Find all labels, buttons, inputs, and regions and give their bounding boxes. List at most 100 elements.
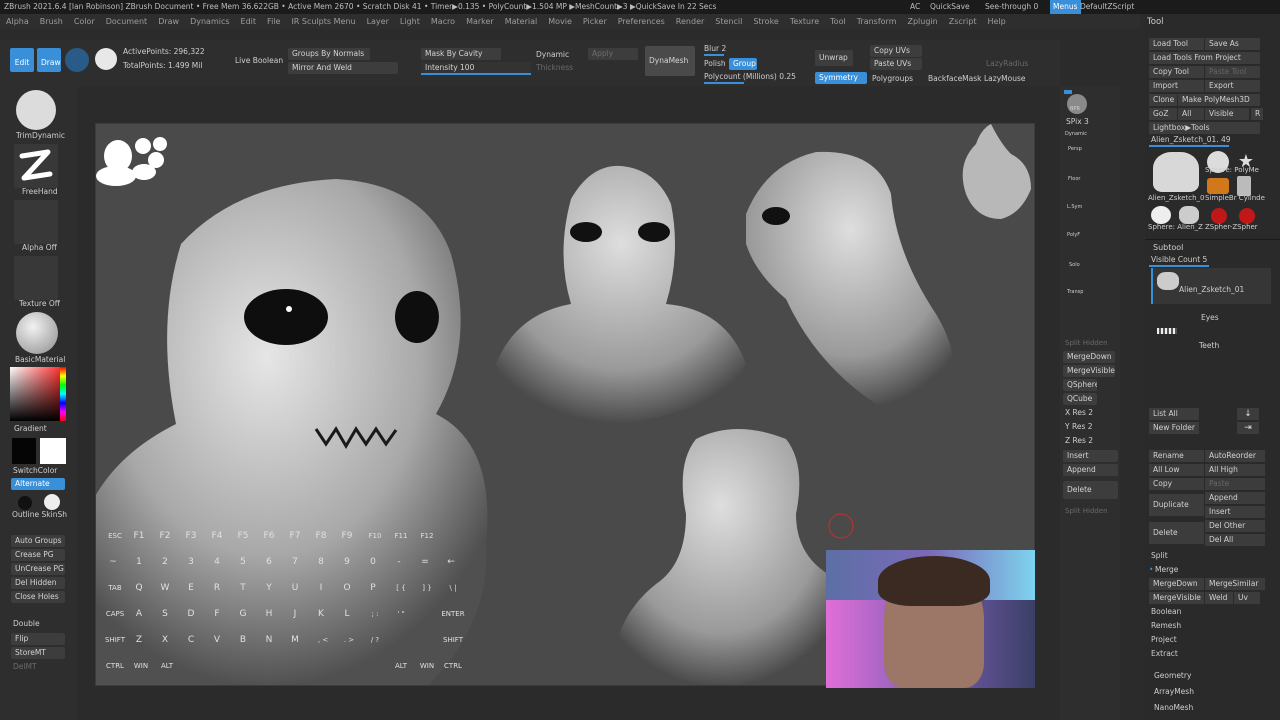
live-boolean-button[interactable]: Live Boolean xyxy=(235,56,283,65)
menu-stroke[interactable]: Stroke xyxy=(753,14,779,29)
double-button[interactable]: Double xyxy=(13,619,40,628)
key-6[interactable]: 6 xyxy=(258,555,280,569)
key-8[interactable]: 8 xyxy=(310,555,332,569)
menu-texture[interactable]: Texture xyxy=(790,14,819,29)
xres-slider[interactable]: X Res 2 xyxy=(1065,408,1093,417)
append-button[interactable]: Append xyxy=(1063,464,1118,476)
goz-visible-button[interactable]: Visible xyxy=(1205,108,1249,120)
key-7[interactable]: 7 xyxy=(284,555,306,569)
key-f7[interactable]: F7 xyxy=(284,529,306,543)
polycount-slider[interactable]: Polycount (Millions) 0.25 xyxy=(704,72,796,81)
copy-subtool-button[interactable]: Copy xyxy=(1149,478,1204,490)
key-[interactable]: ' " xyxy=(388,607,414,621)
split-hidden-button-2[interactable]: Split Hidden xyxy=(1065,507,1108,515)
rename-button[interactable]: Rename xyxy=(1149,450,1204,462)
dynamesh-button[interactable]: DynaMesh xyxy=(645,46,695,76)
thickness-slider[interactable]: Thickness xyxy=(536,63,573,72)
merge-visible-subtool-button[interactable]: MergeVisible xyxy=(1149,592,1204,604)
paste-tool-button[interactable]: Paste Tool xyxy=(1205,66,1260,78)
insert-button[interactable]: Insert xyxy=(1063,450,1118,462)
key-[interactable]: / ? xyxy=(362,633,388,647)
mask-by-cavity-button[interactable]: Mask By Cavity xyxy=(421,48,501,60)
key-shift[interactable]: SHIFT xyxy=(102,633,128,647)
key-alt[interactable]: ALT xyxy=(388,659,414,673)
key-f8[interactable]: F8 xyxy=(310,529,332,543)
key-q[interactable]: Q xyxy=(128,581,150,595)
key-x[interactable]: X xyxy=(154,633,176,647)
floor-button[interactable]: Floor xyxy=(1068,176,1080,182)
key-[interactable]: ; : xyxy=(362,607,388,621)
menu-movie[interactable]: Movie xyxy=(548,14,572,29)
project-header[interactable]: Project xyxy=(1151,635,1177,644)
split-header[interactable]: Split xyxy=(1151,551,1168,560)
secondary-color-swatch[interactable] xyxy=(12,438,36,464)
key-a[interactable]: A xyxy=(128,607,150,621)
dynamic-toggle[interactable]: Dynamic xyxy=(536,50,569,59)
key-win[interactable]: WIN xyxy=(414,659,440,673)
nanomesh-header[interactable]: NanoMesh xyxy=(1154,703,1193,712)
key-[interactable]: ] } xyxy=(414,581,440,595)
skin-shade-icon[interactable] xyxy=(44,494,60,510)
key-o[interactable]: O xyxy=(336,581,358,595)
key-alt[interactable]: ALT xyxy=(154,659,180,673)
backface-mask-button[interactable]: BackfaceMask xyxy=(928,74,982,83)
mirror-and-weld-button[interactable]: Mirror And Weld xyxy=(288,62,398,74)
visible-count-slider[interactable]: Visible Count 5 xyxy=(1151,255,1207,264)
key-[interactable]: \ | xyxy=(440,581,466,595)
key-[interactable]: . > xyxy=(336,633,362,647)
key-t[interactable]: T xyxy=(232,581,254,595)
export-button[interactable]: Export xyxy=(1205,80,1260,92)
unwrap-button[interactable]: Unwrap xyxy=(815,50,853,66)
extract-header[interactable]: Extract xyxy=(1151,649,1178,658)
zres-slider[interactable]: Z Res 2 xyxy=(1065,436,1093,445)
menu-help[interactable]: Help xyxy=(988,14,1006,29)
key-9[interactable]: 9 xyxy=(336,555,358,569)
menu-zplugin[interactable]: Zplugin xyxy=(907,14,937,29)
outline-color-icon[interactable] xyxy=(18,496,32,510)
delete-subtool-button[interactable]: Delete xyxy=(1149,522,1204,544)
split-hidden-button[interactable]: Split Hidden xyxy=(1065,339,1108,347)
key-k[interactable]: K xyxy=(310,607,332,621)
menu-transform[interactable]: Transform xyxy=(857,14,897,29)
key-f5[interactable]: F5 xyxy=(232,529,254,543)
menu-color[interactable]: Color xyxy=(74,14,95,29)
key-5[interactable]: 5 xyxy=(232,555,254,569)
auto-groups-button[interactable]: Auto Groups xyxy=(11,535,65,547)
menu-ir-sculpts-menu[interactable]: IR Sculpts Menu xyxy=(291,14,355,29)
lazy-mouse-button[interactable]: LazyMouse xyxy=(984,74,1025,83)
key-f1[interactable]: F1 xyxy=(128,529,150,543)
key-enter[interactable]: ENTER xyxy=(440,607,466,621)
key-n[interactable]: N xyxy=(258,633,280,647)
yres-slider[interactable]: Y Res 2 xyxy=(1065,422,1093,431)
boolean-header[interactable]: Boolean xyxy=(1151,607,1181,616)
groups-by-normals-button[interactable]: Groups By Normals xyxy=(288,48,370,60)
key-s[interactable]: S xyxy=(154,607,176,621)
trim-dynamic-brush-icon[interactable] xyxy=(16,90,56,130)
merge-visible-button[interactable]: MergeVisible xyxy=(1063,365,1115,377)
move-mode-icon[interactable] xyxy=(65,48,89,72)
insert-subtool-button[interactable]: Insert xyxy=(1205,506,1265,518)
menu-edit[interactable]: Edit xyxy=(241,14,257,29)
key-caps[interactable]: CAPS xyxy=(102,607,128,621)
key-3[interactable]: 3 xyxy=(180,555,202,569)
menu-document[interactable]: Document xyxy=(106,14,147,29)
alternate-button[interactable]: Alternate xyxy=(11,478,65,490)
polish-button[interactable]: Polish xyxy=(704,59,726,68)
menu-marker[interactable]: Marker xyxy=(466,14,494,29)
switch-color-button[interactable]: SwitchColor xyxy=(13,466,57,475)
key-u[interactable]: U xyxy=(284,581,306,595)
menu-tool[interactable]: Tool xyxy=(830,14,846,29)
zsphere-thumbnail[interactable] xyxy=(1211,208,1227,224)
key-h[interactable]: H xyxy=(258,607,280,621)
menu-light[interactable]: Light xyxy=(400,14,420,29)
qcube-button[interactable]: QCube xyxy=(1063,393,1097,405)
all-low-button[interactable]: All Low xyxy=(1149,464,1204,476)
crease-pg-button[interactable]: Crease PG xyxy=(11,549,65,561)
key-[interactable]: , < xyxy=(310,633,336,647)
del-all-button[interactable]: Del All xyxy=(1205,534,1265,546)
all-high-button[interactable]: All High xyxy=(1205,464,1265,476)
key-e[interactable]: E xyxy=(180,581,202,595)
menus-toggle[interactable]: Menus xyxy=(1050,0,1081,14)
key-0[interactable]: 0 xyxy=(362,555,384,569)
make-polymesh-button[interactable]: Make PolyMesh3D xyxy=(1178,94,1260,106)
